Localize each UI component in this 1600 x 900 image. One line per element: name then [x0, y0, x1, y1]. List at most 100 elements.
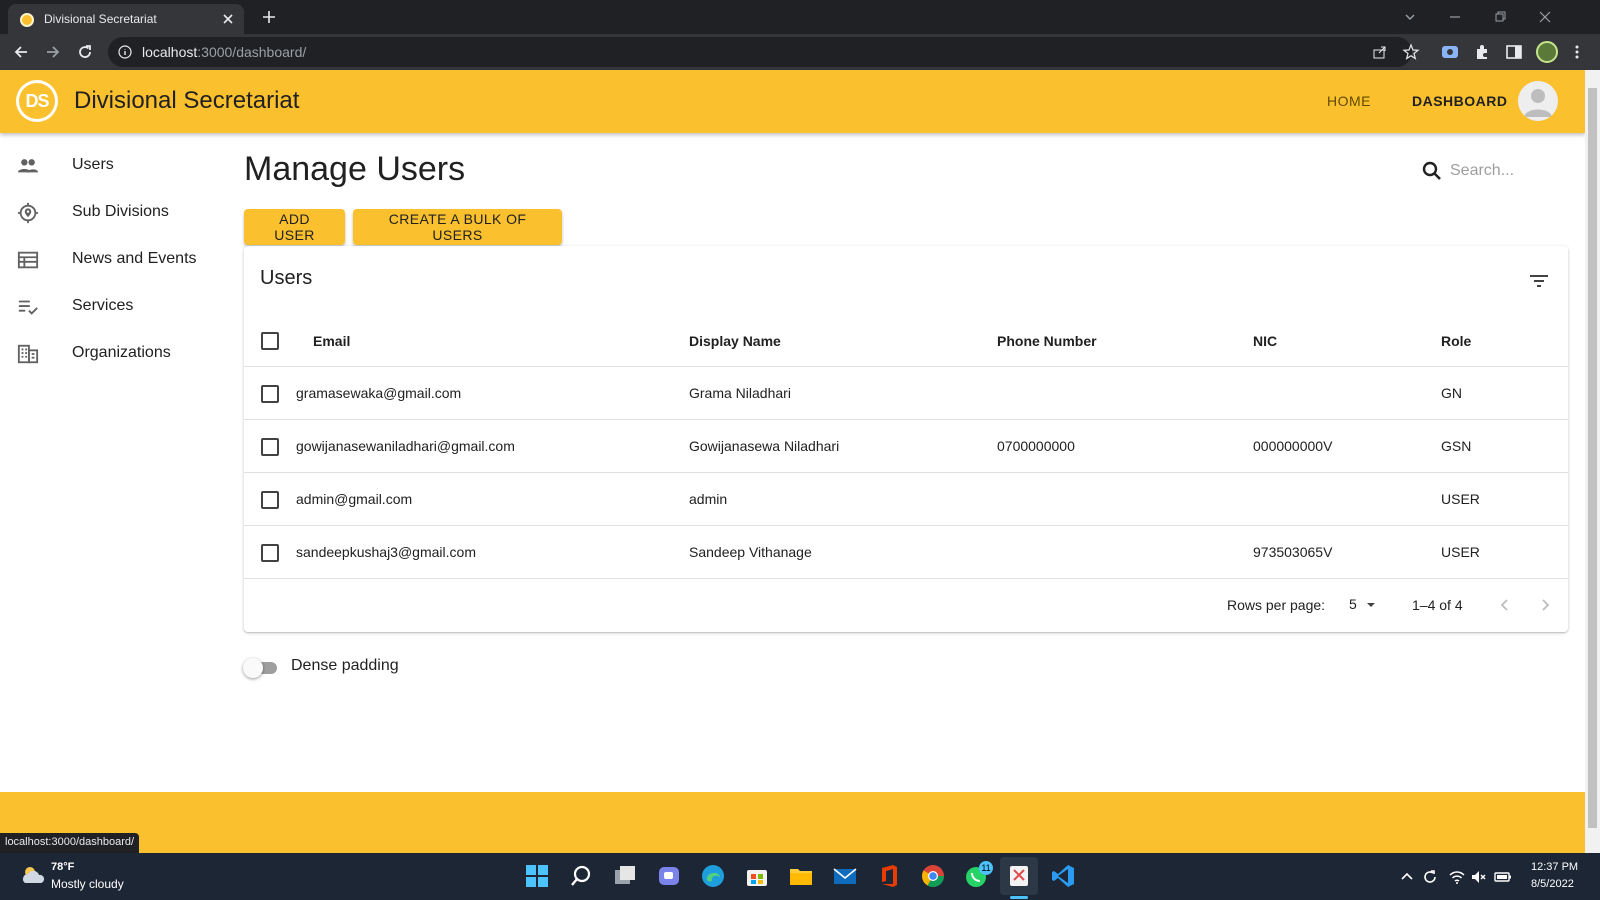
nav-dashboard-link[interactable]: DASHBOARD	[1412, 93, 1508, 109]
volume-muted-icon[interactable]	[1470, 868, 1488, 886]
snipping-tool-icon[interactable]	[1006, 863, 1032, 889]
sidebar-item-label: Sub Divisions	[72, 203, 169, 220]
search-input[interactable]	[1450, 158, 1570, 184]
address-bar[interactable]: localhost:3000/dashboard/	[108, 37, 1420, 67]
column-header-display-name[interactable]: Display Name	[689, 333, 781, 349]
site-info-icon[interactable]	[118, 45, 132, 59]
sync-icon[interactable]	[1421, 868, 1439, 886]
table-row[interactable]: admin@gmail.com admin USER	[244, 473, 1568, 526]
row-checkbox[interactable]	[261, 385, 279, 403]
select-all-checkbox[interactable]	[261, 332, 279, 350]
add-user-button[interactable]: ADD USER	[244, 209, 345, 245]
sidebar-item-services[interactable]: Services	[0, 285, 230, 329]
restore-icon[interactable]	[1492, 9, 1508, 25]
cell-email: gowijanasewaniladhari@gmail.com	[296, 438, 515, 454]
browser-tab-strip: Divisional Secretariat	[0, 0, 1600, 34]
filter-list-icon[interactable]	[1527, 269, 1551, 293]
taskbar-clock-time[interactable]: 12:37 PM	[1531, 861, 1578, 873]
profile-avatar[interactable]	[1536, 41, 1558, 63]
column-header-phone-number[interactable]: Phone Number	[997, 333, 1097, 349]
sidebar-item-label: Services	[72, 297, 134, 314]
cell-role: USER	[1441, 544, 1480, 560]
file-explorer-icon[interactable]	[788, 863, 814, 889]
previous-page-icon[interactable]	[1495, 595, 1515, 615]
row-checkbox[interactable]	[261, 544, 279, 562]
sidebar-item-label: Users	[72, 156, 114, 173]
dense-padding-label: Dense padding	[291, 657, 399, 674]
tab-title: Divisional Secretariat	[44, 12, 157, 26]
office-icon[interactable]	[876, 863, 902, 889]
sidebar-item-sub-divisions[interactable]: Sub Divisions	[0, 191, 230, 235]
nav-home-link[interactable]: HOME	[1327, 93, 1371, 109]
create-bulk-users-button[interactable]: CREATE A BULK OF USERS	[353, 209, 562, 245]
cell-role: GN	[1441, 385, 1462, 401]
table-row[interactable]: gramasewaka@gmail.com Grama Niladhari GN	[244, 367, 1568, 420]
weather-description: Mostly cloudy	[51, 877, 124, 891]
people-icon	[17, 159, 39, 173]
bookmark-star-icon[interactable]	[1402, 43, 1420, 61]
extensions-icon[interactable]	[1473, 43, 1491, 61]
wifi-icon[interactable]	[1448, 868, 1466, 886]
new-tab-icon[interactable]	[260, 8, 278, 26]
taskbar-clock-date[interactable]: 8/5/2022	[1531, 878, 1574, 890]
app-logo[interactable]: DS	[16, 80, 58, 122]
back-icon[interactable]	[12, 43, 30, 61]
scrollbar-thumb[interactable]	[1588, 88, 1597, 828]
microsoft-store-icon[interactable]	[744, 863, 770, 889]
page-scrollbar[interactable]	[1585, 70, 1600, 853]
next-page-icon[interactable]	[1535, 595, 1555, 615]
close-window-icon[interactable]	[1537, 9, 1553, 25]
sidebar-item-news-and-events[interactable]: News and Events	[0, 238, 230, 282]
row-checkbox[interactable]	[261, 491, 279, 509]
cell-role: USER	[1441, 491, 1480, 507]
weather-temperature: 78°F	[51, 861, 75, 873]
table-row[interactable]: sandeepkushaj3@gmail.com Sandeep Vithana…	[244, 526, 1568, 579]
rows-per-page-select[interactable]: 5	[1349, 596, 1357, 612]
teams-chat-icon[interactable]	[656, 863, 682, 889]
edge-browser-icon[interactable]	[700, 863, 726, 889]
task-view-icon[interactable]	[612, 863, 638, 889]
tab-search-icon[interactable]	[1402, 9, 1418, 25]
forward-icon[interactable]	[44, 43, 62, 61]
cloudy-weather-icon[interactable]	[20, 863, 46, 887]
tab-close-icon[interactable]	[220, 11, 236, 27]
browser-menu-icon[interactable]	[1568, 43, 1586, 61]
windows-start-icon[interactable]	[524, 863, 550, 889]
cell-display-name: Grama Niladhari	[689, 385, 791, 401]
toggle-thumb	[243, 658, 263, 678]
chrome-icon[interactable]	[920, 863, 946, 889]
column-header-role[interactable]: Role	[1441, 333, 1471, 349]
app-title: Divisional Secretariat	[74, 87, 300, 114]
browser-tab[interactable]: Divisional Secretariat	[8, 4, 244, 34]
battery-icon[interactable]	[1494, 868, 1512, 886]
cell-email: sandeepkushaj3@gmail.com	[296, 544, 476, 560]
sidebar-item-label: Organizations	[72, 344, 171, 361]
show-hidden-icons-icon[interactable]	[1398, 868, 1416, 886]
url-text: localhost:3000/dashboard/	[142, 44, 307, 60]
checklist-icon	[18, 300, 38, 315]
mail-icon[interactable]	[832, 863, 858, 889]
row-checkbox[interactable]	[261, 438, 279, 456]
browser-toolbar: localhost:3000/dashboard/	[0, 34, 1600, 70]
side-panel-icon[interactable]	[1505, 43, 1523, 61]
users-table: Users Email Display Name Phone Number NI…	[244, 246, 1568, 632]
table-row[interactable]: gowijanasewaniladhari@gmail.com Gowijana…	[244, 420, 1568, 473]
cell-email: gramasewaka@gmail.com	[296, 385, 462, 401]
share-icon[interactable]	[1372, 44, 1388, 60]
page-title: Manage Users	[244, 150, 466, 188]
sidebar-item-organizations[interactable]: Organizations	[0, 332, 230, 376]
minimize-icon[interactable]	[1447, 9, 1463, 25]
dropdown-arrow-icon[interactable]	[1363, 596, 1379, 612]
cell-display-name: admin	[689, 491, 728, 507]
column-header-email[interactable]: Email	[313, 333, 350, 349]
search-taskbar-icon[interactable]	[568, 863, 594, 889]
reload-icon[interactable]	[76, 43, 94, 61]
column-header-nic[interactable]: NIC	[1253, 333, 1277, 349]
screencast-extension-icon[interactable]	[1441, 43, 1459, 61]
user-avatar[interactable]	[1518, 81, 1558, 121]
vscode-icon[interactable]	[1050, 863, 1076, 889]
location-icon	[17, 202, 39, 224]
sidebar-item-users[interactable]: Users	[0, 144, 230, 188]
dense-padding-toggle[interactable]	[243, 657, 279, 678]
cell-role: GSN	[1441, 438, 1472, 454]
